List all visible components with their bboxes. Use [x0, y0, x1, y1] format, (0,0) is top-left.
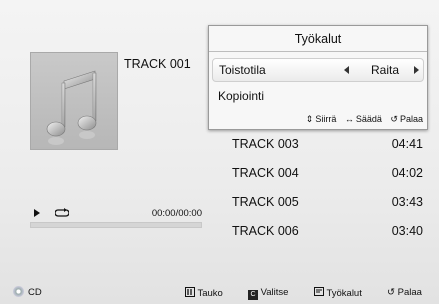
hint-move: Siirrä [315, 114, 337, 124]
tools-label: Työkalut [326, 288, 362, 299]
back-hint[interactable]: ↺ Palaa [387, 287, 422, 298]
repeat-icon[interactable] [55, 208, 69, 218]
repeat-mode-option[interactable]: Toistotila Raita [212, 58, 424, 82]
list-item[interactable]: TRACK 005 03:43 [220, 189, 425, 218]
select-hint[interactable]: C Valitse [248, 287, 288, 300]
pause-icon [185, 287, 195, 297]
updown-icon: ⇕ [305, 114, 314, 124]
playback-controls: 00:00/00:00 [34, 208, 202, 222]
list-item[interactable]: TRACK 003 04:41 [220, 131, 425, 160]
play-icon[interactable] [34, 209, 40, 217]
track-name: TRACK 005 [232, 195, 299, 209]
track-name: TRACK 004 [232, 166, 299, 180]
hint-adjust: Säädä [355, 114, 382, 124]
tools-popup: Työkalut Toistotila Raita Kopiointi ⇕ Sii… [208, 25, 428, 130]
leftright-icon: ↔ [344, 114, 354, 124]
copy-option[interactable]: Kopiointi [218, 89, 264, 103]
tools-title: Työkalut [294, 32, 342, 46]
tools-icon [314, 287, 324, 296]
track-duration: 03:43 [391, 195, 423, 209]
yellow-button-icon: C [248, 290, 258, 300]
select-label: Valitse [260, 287, 289, 298]
pause-hint[interactable]: Tauko [185, 287, 223, 299]
cd-icon [13, 286, 24, 297]
track-name: TRACK 003 [232, 137, 299, 151]
source-label: CD [28, 287, 42, 298]
repeat-mode-label: Toistotila [219, 63, 266, 77]
track-list: TRACK 003 04:41 TRACK 004 04:02 TRACK 00… [220, 131, 425, 247]
track-duration: 04:02 [391, 166, 423, 180]
progress-bar[interactable] [30, 222, 202, 228]
return-icon: ↺ [390, 114, 398, 124]
tools-hints: ⇕ Siirrä ↔ Säädä ↺ Palaa [300, 114, 423, 125]
track-duration: 04:41 [391, 137, 423, 151]
pause-label: Tauko [197, 288, 223, 299]
tools-hint[interactable]: Työkalut [314, 287, 362, 299]
list-item[interactable]: TRACK 004 04:02 [220, 160, 425, 189]
back-label: Palaa [397, 287, 422, 298]
music-note-icon [46, 70, 97, 145]
track-duration: 03:40 [391, 224, 423, 238]
album-art [30, 52, 118, 150]
divider [209, 51, 427, 52]
playback-time: 00:00/00:00 [151, 208, 202, 219]
now-playing-title: TRACK 001 [124, 57, 191, 71]
hint-back: Palaa [399, 114, 423, 124]
repeat-mode-value: Raita [371, 63, 400, 77]
return-icon: ↺ [387, 287, 395, 298]
track-name: TRACK 006 [232, 224, 299, 238]
list-item[interactable]: TRACK 006 03:40 [220, 218, 425, 247]
arrow-right-icon[interactable] [414, 66, 419, 74]
arrow-left-icon[interactable] [344, 66, 349, 74]
footer-bar: CD Tauko C Valitse Työkalut ↺ Palaa [0, 282, 439, 304]
